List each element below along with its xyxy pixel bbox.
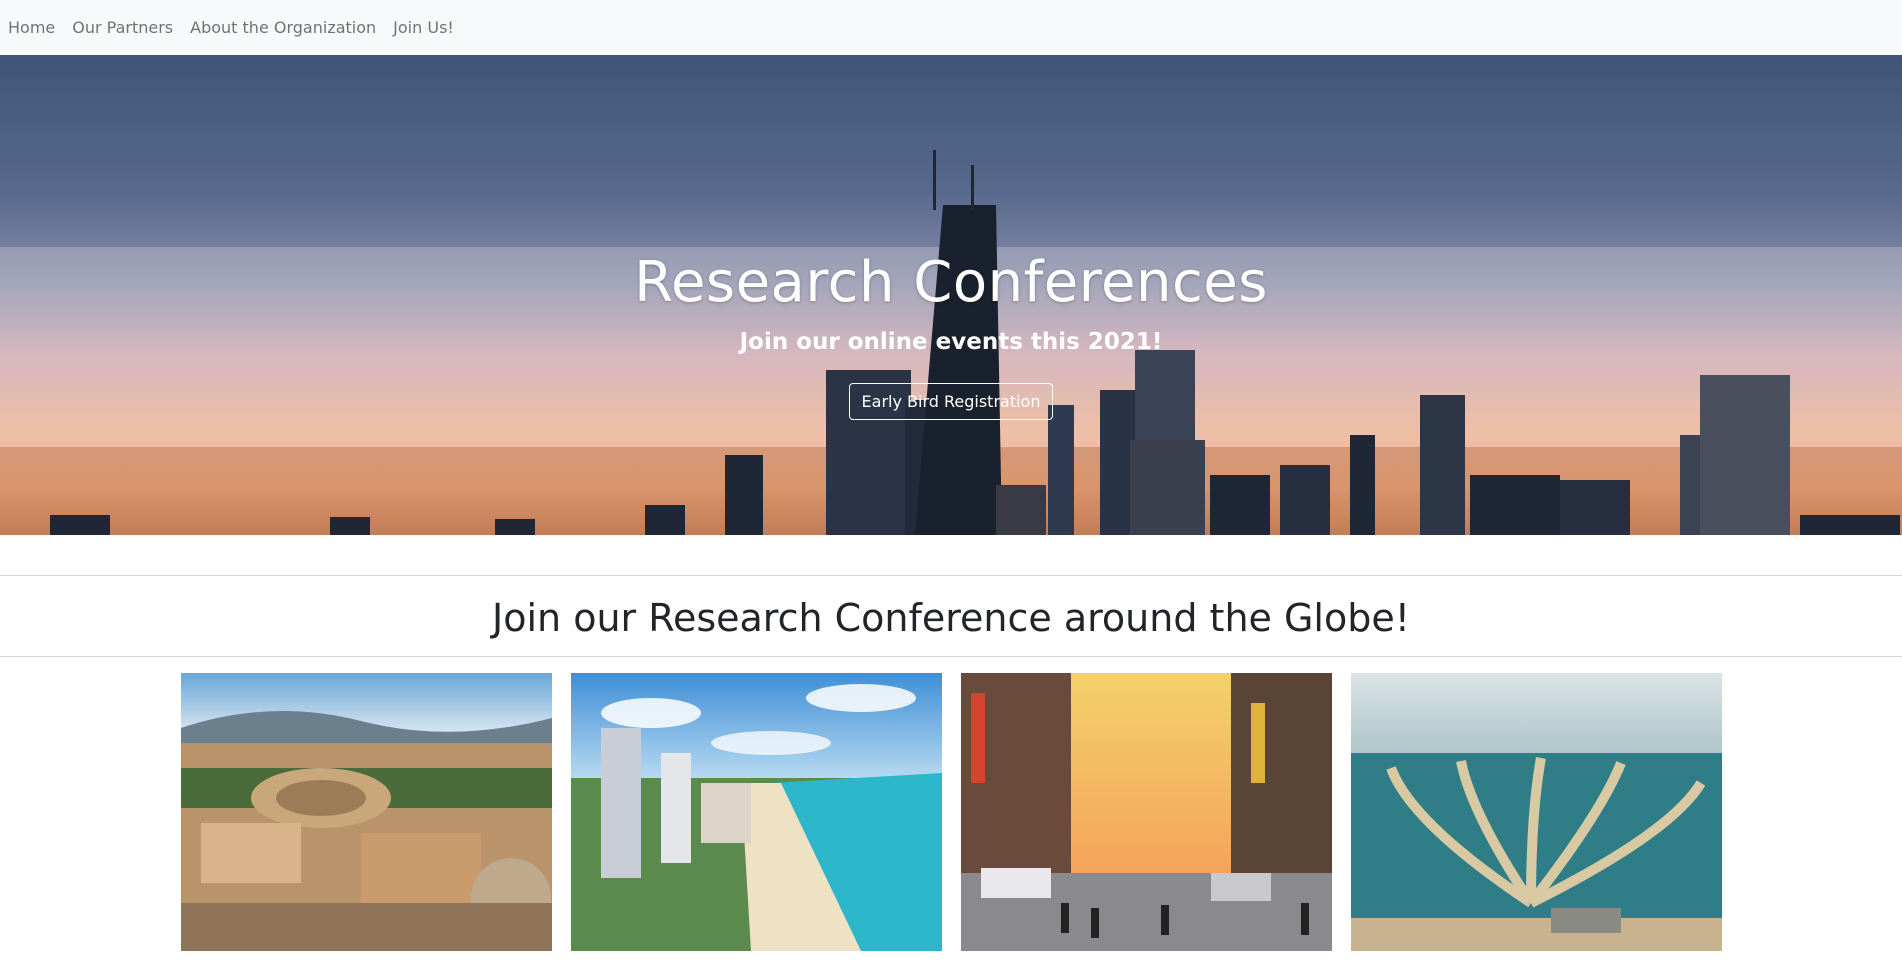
hollywood-street-image <box>961 673 1332 951</box>
nav-link-home[interactable]: Home <box>8 18 55 37</box>
miami-beach-image <box>571 673 942 951</box>
hero-content: Research Conferences Join our online eve… <box>0 245 1902 420</box>
hero-subtitle: Join our online events this 2021! <box>739 329 1163 355</box>
early-bird-registration-button[interactable]: Early Bird Registration <box>848 383 1054 420</box>
dubai-palm-island-image <box>1351 673 1722 951</box>
nav-link-partners[interactable]: Our Partners <box>72 18 173 37</box>
destination-card-dubai[interactable] <box>1351 673 1722 951</box>
hero-banner: Research Conferences Join our online eve… <box>0 55 1902 535</box>
rome-colosseum-image <box>181 673 552 951</box>
hero-title: Research Conferences <box>634 250 1268 315</box>
nav-link-join[interactable]: Join Us! <box>393 18 454 37</box>
nav-link-about[interactable]: About the Organization <box>190 18 376 37</box>
section-divider-bottom <box>0 656 1902 657</box>
destination-card-los-angeles[interactable] <box>961 673 1332 951</box>
section-divider-top <box>0 575 1902 576</box>
destination-card-rome[interactable] <box>181 673 552 951</box>
section-title: Join our Research Conference around the … <box>492 596 1410 640</box>
destination-card-miami[interactable] <box>571 673 942 951</box>
navbar: Home Our Partners About the Organization… <box>0 0 1902 55</box>
